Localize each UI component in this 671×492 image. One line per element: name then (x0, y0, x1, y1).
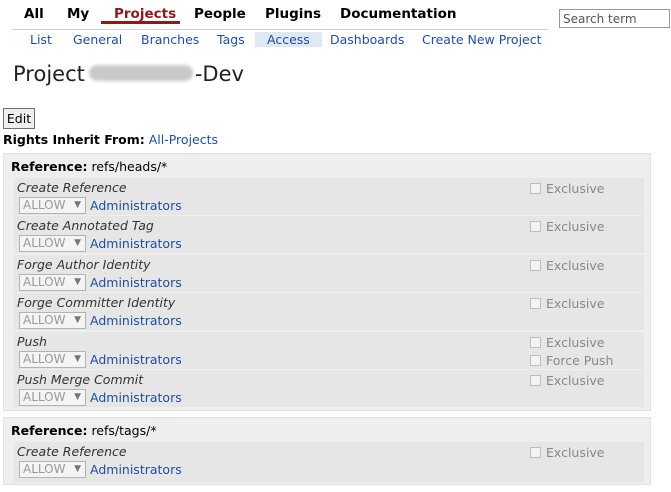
chevron-down-icon: ▼ (74, 464, 81, 474)
permission-rule: ALLOW ▼ Administrators (19, 461, 182, 478)
group-link[interactable]: Administrators (90, 390, 182, 405)
permission-name: Forge Author Identity (17, 257, 151, 272)
reference-header: Reference: refs/tags/* (11, 423, 157, 438)
checkbox-icon[interactable] (530, 298, 541, 309)
rights-inherit: Rights Inherit From: All-Projects (3, 132, 218, 147)
page-title-prefix: Project (13, 62, 85, 86)
permission-name: Create Annotated Tag (17, 218, 154, 233)
subnav-tags[interactable]: Tags (213, 32, 249, 47)
subnav-general[interactable]: General (69, 32, 126, 47)
option-exclusive: Exclusive (530, 219, 604, 234)
option-force-push: Force Push (530, 353, 613, 368)
subnav-access[interactable]: Access (255, 32, 322, 47)
reference-label: Reference: (11, 159, 88, 174)
checkbox-icon[interactable] (530, 337, 541, 348)
action-select[interactable]: ALLOW ▼ (19, 274, 86, 291)
permission-block: Push ALLOW ▼ Administrators Exclusive Forc… (14, 332, 644, 369)
permission-rule: ALLOW ▼ Administrators (19, 197, 182, 214)
reference-label: Reference: (11, 423, 88, 438)
action-select[interactable]: ALLOW ▼ (19, 461, 86, 478)
nav-item-projects[interactable]: Projects (114, 6, 176, 22)
chevron-down-icon: ▼ (74, 315, 81, 325)
nav-item-my[interactable]: My (67, 6, 89, 22)
permission-rule: ALLOW ▼ Administrators (19, 351, 182, 368)
permission-rule: ALLOW ▼ Administrators (19, 235, 182, 252)
subnav-list[interactable]: List (26, 32, 56, 47)
group-link[interactable]: Administrators (90, 236, 182, 251)
permission-block: Forge Author Identity ALLOW ▼ Administrato… (14, 255, 644, 292)
subnav-branches[interactable]: Branches (137, 32, 203, 47)
group-link[interactable]: Administrators (90, 462, 182, 477)
active-nav-underline (101, 21, 180, 24)
permission-name: Push Merge Commit (17, 372, 144, 387)
subnav-dashboards[interactable]: Dashboards (326, 32, 408, 47)
option-exclusive: Exclusive (530, 181, 604, 196)
action-select[interactable]: ALLOW ▼ (19, 235, 86, 252)
chevron-down-icon: ▼ (74, 392, 81, 402)
page-title: Project -Dev (13, 62, 244, 86)
option-exclusive: Exclusive (530, 373, 604, 388)
action-select[interactable]: ALLOW ▼ (19, 389, 86, 406)
permission-rule: ALLOW ▼ Administrators (19, 389, 182, 406)
group-link[interactable]: Administrators (90, 313, 182, 328)
chevron-down-icon: ▼ (74, 200, 81, 210)
permission-block: Create Annotated Tag ALLOW ▼ Administrator… (14, 216, 644, 253)
reference-section: Reference: refs/heads/* Create Reference… (3, 153, 651, 411)
checkbox-icon[interactable] (530, 221, 541, 232)
permission-name: Push (17, 334, 47, 349)
nav-divider (12, 29, 548, 30)
subnav-create-new-project[interactable]: Create New Project (418, 32, 546, 47)
reference-name: refs/heads/* (91, 159, 168, 174)
chevron-down-icon: ▼ (74, 238, 81, 248)
permission-rule: ALLOW ▼ Administrators (19, 274, 182, 291)
checkbox-icon[interactable] (530, 355, 541, 366)
redacted-project-name (88, 65, 193, 81)
nav-item-all[interactable]: All (24, 6, 44, 22)
checkbox-icon[interactable] (530, 260, 541, 271)
permission-block: Create Reference ALLOW ▼ Administrators Ex… (14, 442, 644, 482)
action-select[interactable]: ALLOW ▼ (19, 197, 86, 214)
checkbox-icon[interactable] (530, 183, 541, 194)
group-link[interactable]: Administrators (90, 275, 182, 290)
permission-name: Create Reference (17, 180, 127, 195)
edit-button[interactable]: Edit (3, 108, 35, 129)
action-select[interactable]: ALLOW ▼ (19, 351, 86, 368)
nav-item-plugins[interactable]: Plugins (265, 6, 321, 22)
checkbox-icon[interactable] (530, 447, 541, 458)
group-link[interactable]: Administrators (90, 198, 182, 213)
permission-block: Forge Committer Identity ALLOW ▼ Administr… (14, 293, 644, 330)
reference-name: refs/tags/* (91, 423, 157, 438)
rights-inherit-label: Rights Inherit From: (3, 132, 145, 147)
permission-name: Forge Committer Identity (17, 295, 176, 310)
permission-rule: ALLOW ▼ Administrators (19, 312, 182, 329)
chevron-down-icon: ▼ (74, 354, 81, 364)
checkbox-icon[interactable] (530, 375, 541, 386)
permission-block: Create Reference ALLOW ▼ Administrators Ex… (14, 178, 644, 215)
page-title-suffix: -Dev (194, 62, 244, 86)
search-input[interactable] (559, 9, 670, 28)
action-select[interactable]: ALLOW ▼ (19, 312, 86, 329)
rights-inherit-link[interactable]: All-Projects (149, 132, 218, 147)
permission-block: Push Merge Commit ALLOW ▼ Administrators E… (14, 370, 644, 407)
nav-item-documentation[interactable]: Documentation (340, 6, 456, 22)
option-exclusive: Exclusive (530, 258, 604, 273)
option-exclusive: Exclusive (530, 445, 604, 460)
permission-name: Create Reference (17, 444, 127, 459)
chevron-down-icon: ▼ (74, 277, 81, 287)
option-exclusive: Exclusive (530, 335, 604, 350)
reference-section: Reference: refs/tags/* Create Reference … (3, 417, 651, 485)
group-link[interactable]: Administrators (90, 352, 182, 367)
reference-header: Reference: refs/heads/* (11, 159, 167, 174)
option-exclusive: Exclusive (530, 296, 604, 311)
nav-item-people[interactable]: People (194, 6, 246, 22)
